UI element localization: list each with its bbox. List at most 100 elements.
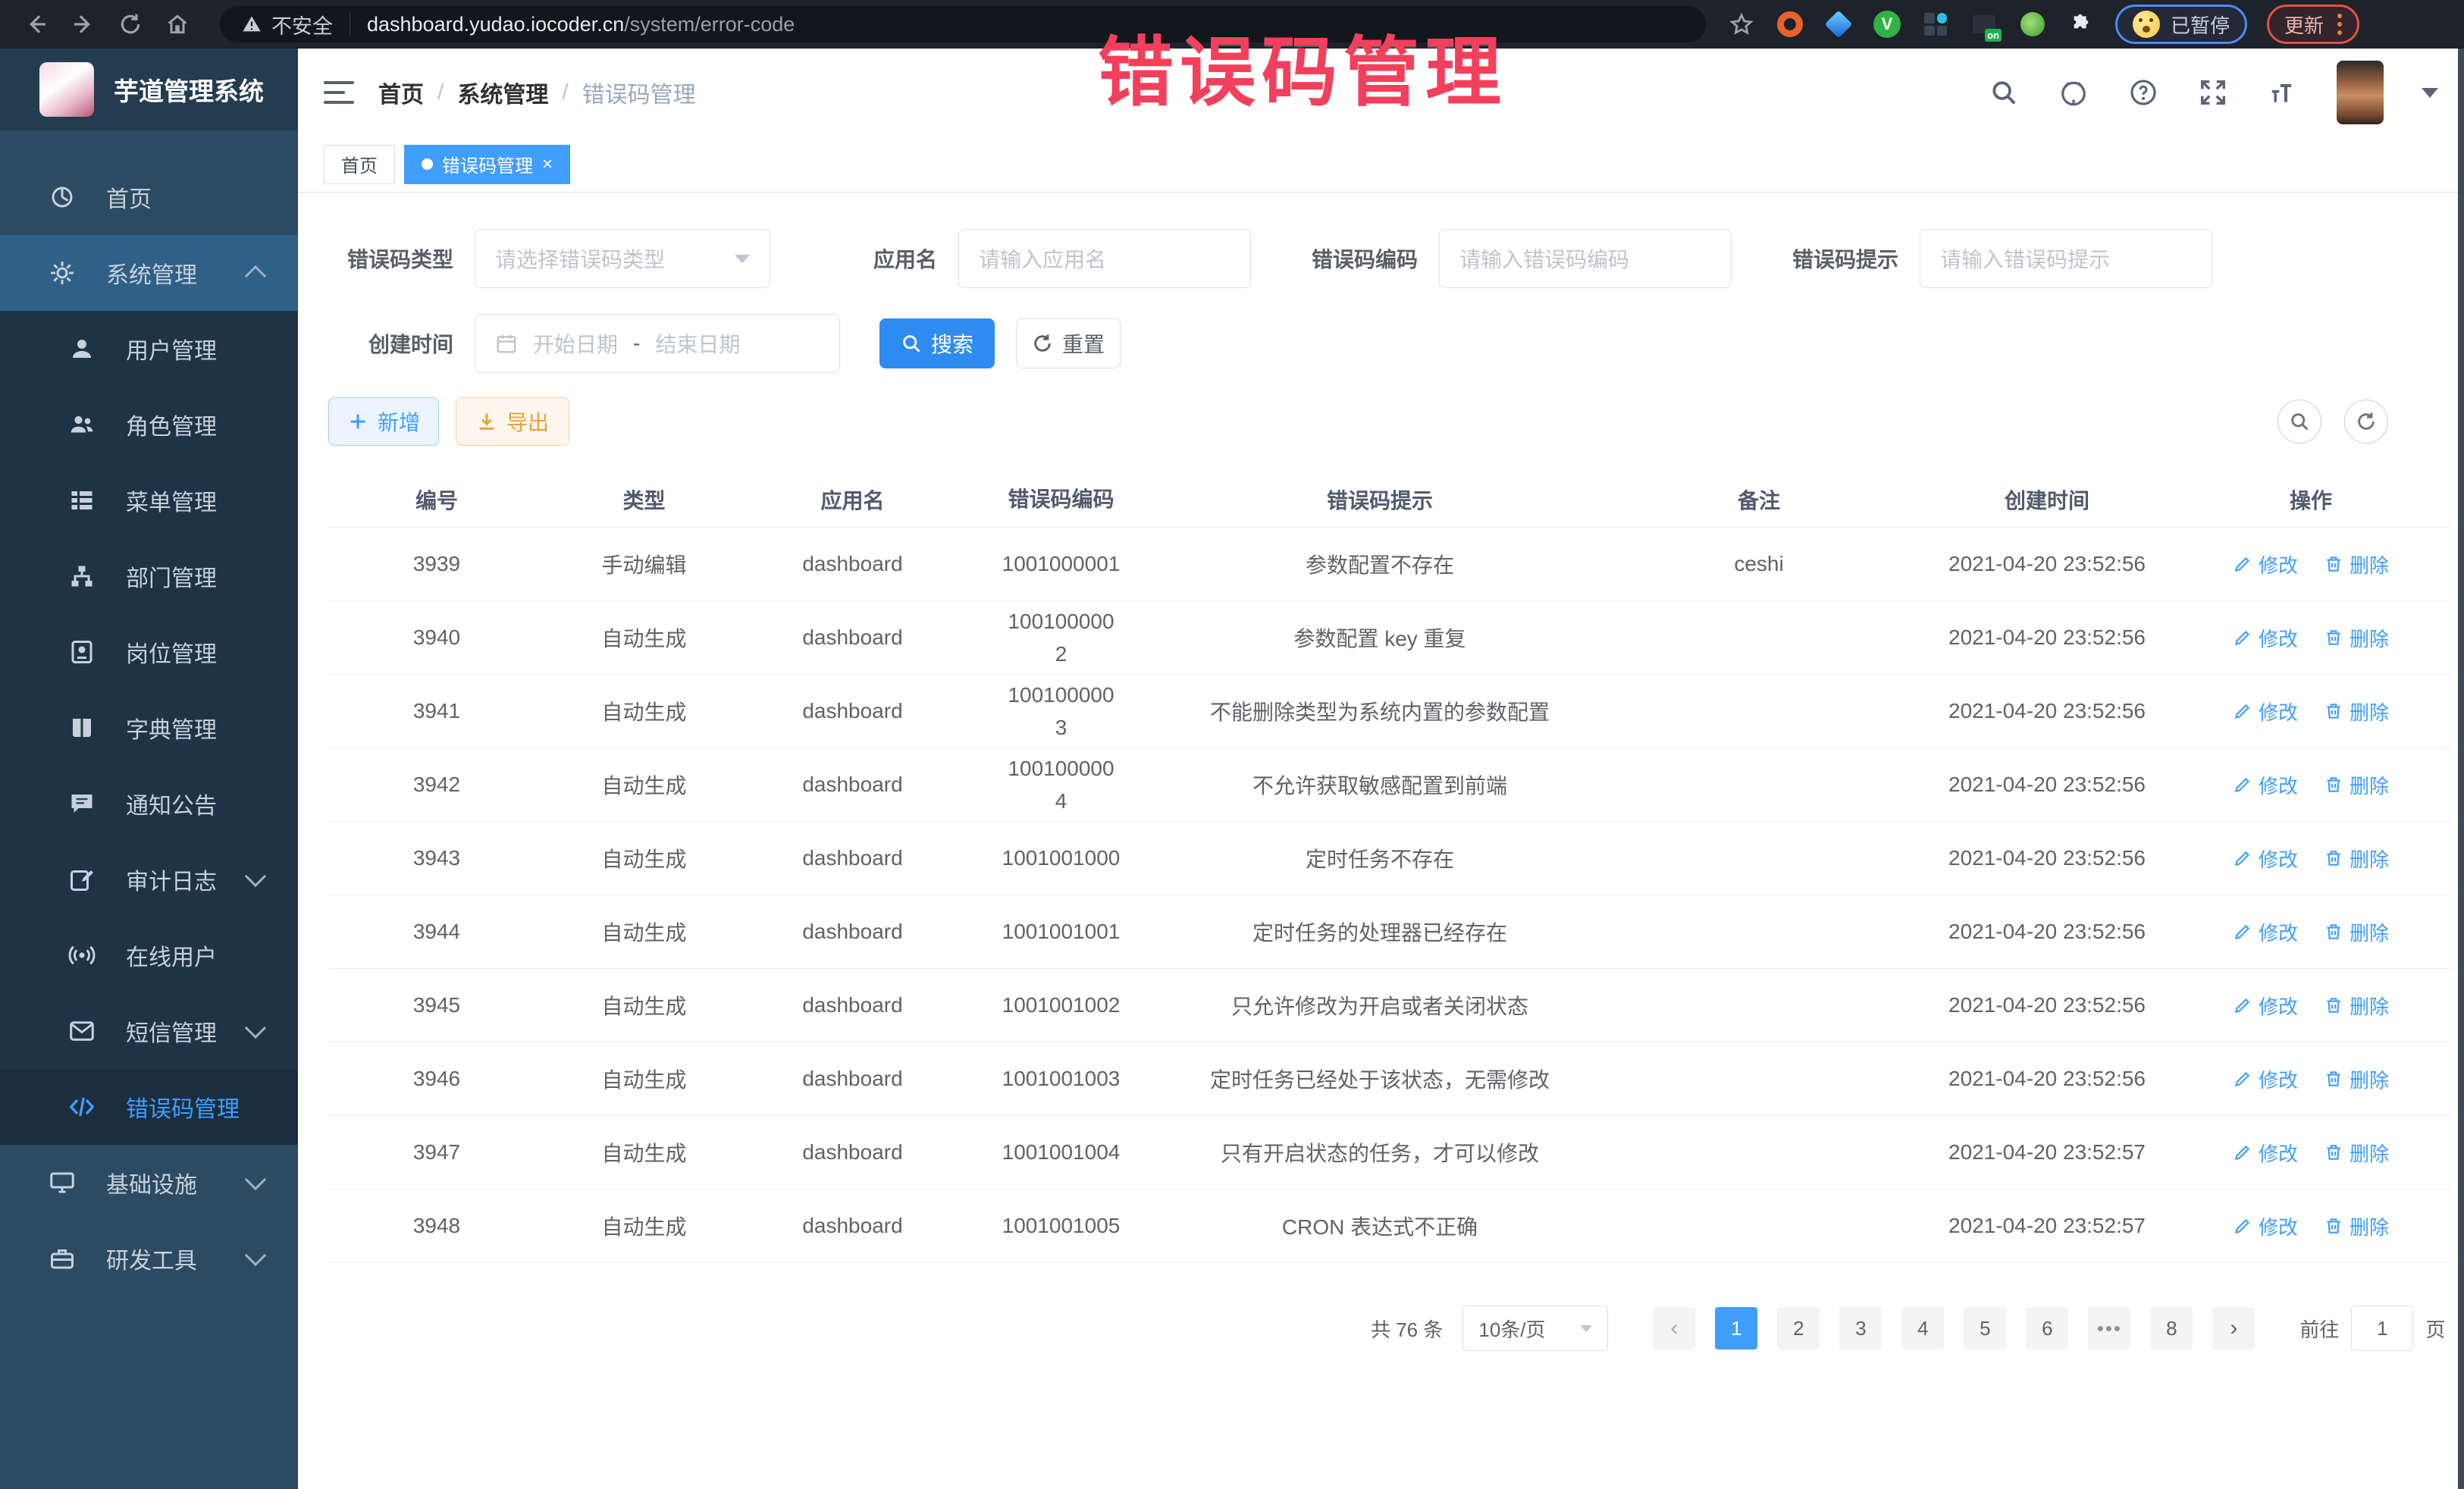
sidebar-item-label: 通知公告 — [126, 787, 217, 820]
bookmark-star-icon[interactable] — [1727, 10, 1756, 39]
delete-link[interactable]: 删除 — [2324, 697, 2389, 726]
col-header-memo: 备注 — [1600, 484, 1918, 515]
cell-code: 100100000 4 — [962, 752, 1160, 818]
user-avatar[interactable] — [2337, 61, 2384, 124]
tab-close-icon[interactable]: × — [542, 155, 553, 174]
delete-link[interactable]: 删除 — [2324, 550, 2389, 578]
table-toolbar: 新增 导出 — [298, 397, 2464, 446]
page-button-5[interactable]: 5 — [1964, 1307, 2006, 1350]
edit-link[interactable]: 修改 — [2233, 918, 2298, 946]
logo-row[interactable]: 芋道管理系统 — [0, 49, 298, 130]
edit-link[interactable]: 修改 — [2233, 624, 2298, 652]
docs-help-icon[interactable] — [2127, 77, 2159, 108]
next-page-button[interactable]: › — [2212, 1307, 2255, 1350]
back-icon[interactable] — [20, 8, 53, 41]
extension-grid-icon[interactable] — [1921, 10, 1950, 39]
sidebar-item-post[interactable]: 岗位管理 — [0, 614, 298, 690]
sidebar-item-dict[interactable]: 字典管理 — [0, 690, 298, 766]
toggle-search-button[interactable] — [2277, 400, 2321, 444]
browser-menu-icon[interactable] — [2337, 14, 2342, 35]
extension-gem-icon[interactable] — [1824, 10, 1853, 39]
tab-error-code-active[interactable]: 错误码管理 × — [404, 145, 570, 184]
delete-link[interactable]: 删除 — [2324, 1139, 2389, 1167]
app-name-input[interactable]: 请输入应用名 — [958, 229, 1251, 288]
address-bar[interactable]: 不安全 dashboard.yudao.iocoder.cn/system/er… — [220, 6, 1706, 42]
sidebar-item-auditlog[interactable]: 审计日志 — [0, 842, 298, 917]
edit-link[interactable]: 修改 — [2233, 1139, 2298, 1167]
sidebar-item-role[interactable]: 角色管理 — [0, 387, 298, 462]
page-ellipsis[interactable]: ••• — [2088, 1307, 2130, 1350]
edit-icon — [2233, 1216, 2252, 1236]
edit-link[interactable]: 修改 — [2233, 845, 2298, 873]
sidebar-item-devtools[interactable]: 研发工具 — [0, 1221, 298, 1296]
edit-link[interactable]: 修改 — [2233, 550, 2298, 578]
page-size-select[interactable]: 10条/页 — [1462, 1306, 1608, 1351]
github-icon[interactable] — [2058, 77, 2089, 108]
page-button-6[interactable]: 6 — [2026, 1307, 2068, 1350]
header-search-icon[interactable] — [1988, 77, 2020, 108]
delete-link[interactable]: 删除 — [2324, 918, 2389, 946]
export-button[interactable]: 导出 — [456, 397, 569, 446]
extensions-puzzle-icon[interactable] — [2067, 10, 2096, 39]
sidebar-item-dept[interactable]: 部门管理 — [0, 538, 298, 614]
edit-link[interactable]: 修改 — [2233, 1212, 2298, 1240]
delete-link[interactable]: 删除 — [2324, 992, 2389, 1020]
extension-key-icon[interactable] — [2018, 10, 2047, 39]
extension-green-circle-icon[interactable]: V — [1873, 10, 1901, 39]
edit-link[interactable]: 修改 — [2233, 697, 2298, 726]
chrome-update-chip[interactable]: 更新 — [2267, 5, 2359, 44]
refresh-table-button[interactable] — [2344, 400, 2388, 444]
page-button-3[interactable]: 3 — [1839, 1307, 1882, 1350]
search-button[interactable]: 搜索 — [879, 318, 995, 368]
date-range-picker[interactable]: 开始日期 - 结束日期 — [475, 314, 840, 373]
fullscreen-icon[interactable] — [2197, 77, 2229, 108]
edit-link[interactable]: 修改 — [2233, 992, 2298, 1020]
cell-time: 2021-04-20 23:52:56 — [1918, 552, 2176, 576]
cell-code: 1001001003 — [962, 1062, 1160, 1095]
font-size-icon[interactable] — [2267, 77, 2299, 108]
prev-page-button[interactable]: ‹ — [1653, 1307, 1695, 1350]
delete-link[interactable]: 删除 — [2324, 1065, 2389, 1093]
sidebar-item-label: 错误码管理 — [126, 1090, 240, 1124]
home-icon[interactable] — [161, 8, 194, 41]
sidebar-item-sms[interactable]: 短信管理 — [0, 993, 298, 1069]
delete-link[interactable]: 删除 — [2324, 624, 2389, 652]
error-hint-input[interactable]: 请输入错误码提示 — [1920, 229, 2212, 288]
add-button[interactable]: 新增 — [328, 397, 439, 446]
sidebar-item-menu[interactable]: 菜单管理 — [0, 462, 298, 538]
page-button-8[interactable]: 8 — [2150, 1307, 2193, 1350]
goto-page-input[interactable]: 1 — [2351, 1306, 2413, 1351]
browser-scrollbar[interactable] — [2458, 49, 2464, 1489]
sidebar-item-user[interactable]: 用户管理 — [0, 311, 298, 387]
sidebar-item-errorcode[interactable]: 错误码管理 — [0, 1069, 298, 1145]
edit-link[interactable]: 修改 — [2233, 771, 2298, 799]
page-button-4[interactable]: 4 — [1901, 1307, 1944, 1350]
edit-icon — [2233, 1069, 2252, 1089]
sidebar-item-home[interactable]: 首页 — [0, 159, 298, 235]
edit-link[interactable]: 修改 — [2233, 1065, 2298, 1093]
delete-link[interactable]: 删除 — [2324, 771, 2389, 799]
delete-link[interactable]: 删除 — [2324, 1212, 2389, 1240]
forward-icon[interactable] — [67, 8, 100, 41]
tampermonkey-paused-chip[interactable]: 已暂停 — [2115, 5, 2247, 44]
breadcrumb-system[interactable]: 系统管理 — [457, 76, 548, 109]
cell-type: 自动生成 — [545, 1064, 743, 1094]
sidebar-item-online[interactable]: 在线用户 — [0, 917, 298, 993]
reload-icon[interactable] — [114, 8, 147, 41]
breadcrumb-home[interactable]: 首页 — [378, 76, 424, 109]
tab-home[interactable]: 首页 — [324, 145, 395, 184]
extension-orange-icon[interactable] — [1776, 10, 1804, 39]
page-button-2[interactable]: 2 — [1777, 1307, 1820, 1350]
sidebar-item-notice[interactable]: 通知公告 — [0, 766, 298, 842]
col-header-code: 错误码编码 — [962, 483, 1160, 516]
extension-switchy-on-icon[interactable]: on — [1970, 10, 1998, 39]
reset-button[interactable]: 重置 — [1016, 318, 1121, 368]
error-type-select[interactable]: 请选择错误码类型 — [475, 229, 770, 288]
sidebar-item-infra[interactable]: 基础设施 — [0, 1145, 298, 1221]
delete-link[interactable]: 删除 — [2324, 845, 2389, 873]
user-menu-caret-icon[interactable] — [2422, 88, 2438, 98]
sidebar-fold-icon[interactable] — [324, 75, 359, 110]
error-code-input[interactable]: 请输入错误码编码 — [1439, 229, 1732, 288]
sidebar-item-system[interactable]: 系统管理 — [0, 235, 298, 311]
page-button-1[interactable]: 1 — [1715, 1307, 1757, 1350]
